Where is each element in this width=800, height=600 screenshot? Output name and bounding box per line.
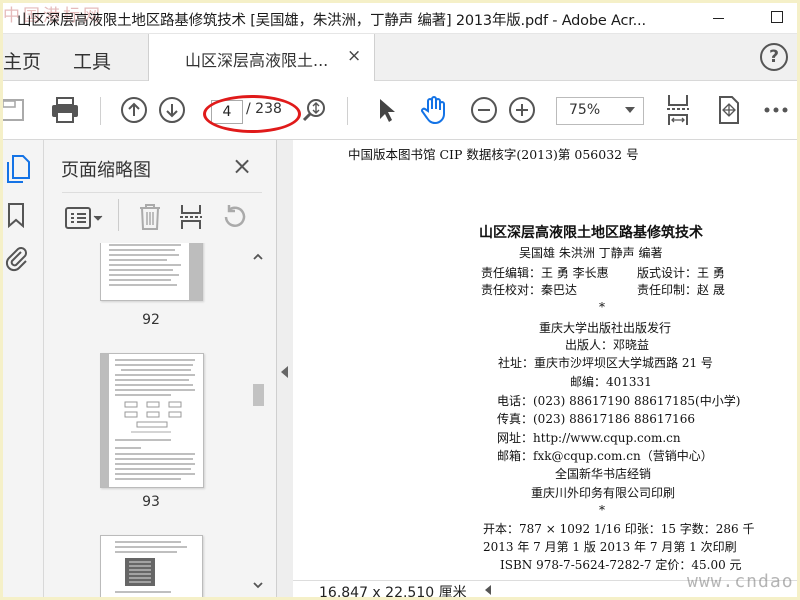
- rotate-icon[interactable]: [220, 203, 248, 235]
- phone-line: 电话：(023) 88617190 88617185(中小学): [497, 394, 741, 408]
- red-annotation-circle: [203, 95, 301, 133]
- panel-toolbar: [62, 192, 262, 243]
- maximize-button[interactable]: [767, 7, 789, 29]
- hand-tool-icon[interactable]: [416, 81, 452, 139]
- thumbnail-scrollbar[interactable]: [250, 248, 266, 594]
- next-page-icon[interactable]: [155, 81, 189, 139]
- printer-resp-line: 责任印制：赵 晟: [637, 283, 725, 297]
- toolbar-separator: [100, 97, 101, 125]
- home-menu[interactable]: 主页: [3, 47, 41, 74]
- document-view[interactable]: 中国版本图书馆 CIP 数据核字(2013)第 056032 号 山区深层高液限…: [293, 140, 797, 580]
- fit-width-icon[interactable]: [711, 81, 745, 139]
- thumbnail-list: 92 93: [44, 243, 270, 597]
- toolbar-separator: [347, 97, 348, 125]
- address-line: 社址：重庆市沙坪坝区大学城西路 21 号: [498, 356, 713, 370]
- zoom-level-dropdown[interactable]: 75%: [556, 97, 644, 125]
- format-line: 开本：787 × 1092 1/16 印张：15 字数：286 千: [483, 522, 755, 536]
- scrollbar-thumb[interactable]: [253, 384, 264, 406]
- designer-line: 版式设计：王 勇: [637, 266, 725, 280]
- page-thumbnails-panel: 页面缩略图 × 92 93: [44, 140, 277, 597]
- zoom-out-icon[interactable]: [468, 81, 500, 139]
- website-line: 网址：http://www.cqup.com.cn: [497, 431, 681, 445]
- window-title: 山区深层高液限土地区路基修筑技术 [吴国雄，朱洪洲，丁静声 编著] 2013年版…: [17, 13, 646, 29]
- zoom-tool-icon[interactable]: [299, 81, 329, 139]
- publisher-person-line: 出版人：邓晓益: [565, 338, 650, 352]
- trash-icon[interactable]: [138, 203, 162, 235]
- previous-page-icon[interactable]: [117, 81, 151, 139]
- zoom-in-icon[interactable]: [506, 81, 538, 139]
- select-arrow-icon[interactable]: [371, 81, 401, 139]
- print-icon[interactable]: [45, 81, 85, 139]
- thumbnail-page-number: 92: [142, 312, 160, 328]
- thumbnail-options-icon[interactable]: [64, 205, 104, 235]
- cip-line: 中国版本图书馆 CIP 数据核字(2013)第 056032 号: [348, 147, 639, 162]
- distributor-line: 全国新华书店经销: [555, 467, 652, 481]
- panel-title: 页面缩略图: [61, 160, 151, 181]
- zoom-level-value: 75%: [569, 102, 601, 118]
- document-tab-label: 山区深层高液限土...: [185, 51, 329, 70]
- title-bar: 中国港标网 山区深层高液限土地区路基修筑技术 [吴国雄，朱洪洲，丁静声 编著] …: [3, 3, 797, 34]
- attachment-icon[interactable]: [5, 244, 29, 278]
- thumbnail-page-94[interactable]: [100, 535, 203, 597]
- bookmark-icon[interactable]: [7, 202, 25, 232]
- separator-star: *: [599, 300, 605, 314]
- fax-line: 传真：(023) 88617186 88617166: [497, 412, 696, 426]
- publisher-line: 重庆大学出版社出版发行: [539, 321, 672, 335]
- minimize-button[interactable]: [707, 7, 729, 29]
- document-tab[interactable]: 山区深层高液限土... ×: [148, 34, 375, 81]
- chevron-down-icon: [625, 107, 635, 113]
- proofreader-line: 责任校对：秦巴达: [481, 283, 578, 297]
- chevron-left-icon: [281, 366, 288, 378]
- book-title: 山区深层高液限土地区路基修筑技术: [479, 225, 703, 241]
- thumbnail-page-number: 93: [142, 494, 160, 510]
- chevron-left-icon[interactable]: [485, 585, 491, 595]
- panel-collapse-handle[interactable]: [277, 140, 293, 597]
- help-icon[interactable]: ?: [760, 43, 788, 71]
- toolbar: 4 / 238 75%: [3, 81, 797, 140]
- page-thumbnails-icon[interactable]: [5, 154, 31, 188]
- tools-menu[interactable]: 工具: [73, 47, 111, 74]
- separator-star: *: [599, 503, 605, 517]
- acrobat-window: 中国港标网 山区深层高液限土地区路基修筑技术 [吴国雄，朱洪洲，丁静声 编著] …: [3, 3, 797, 597]
- thumbnail-page-92[interactable]: [100, 243, 203, 301]
- more-options-icon[interactable]: [761, 81, 791, 139]
- email-line: 邮箱：fxk@cqup.com.cn（营销中心）: [497, 449, 713, 463]
- postcode-line: 邮编：401331: [570, 375, 652, 389]
- page-dimensions: 16.847 x 22.510 厘米: [319, 585, 467, 597]
- authors-line: 吴国雄 朱洪洲 丁静声 编著: [519, 246, 663, 260]
- edition-line: 2013 年 7 月第 1 版 2013 年 7 月第 1 次印刷: [483, 540, 737, 554]
- fit-page-icon[interactable]: [661, 81, 695, 139]
- save-icon[interactable]: [3, 81, 29, 139]
- printing-company-line: 重庆川外印务有限公司印刷: [531, 486, 676, 500]
- panel-separator: [118, 199, 119, 231]
- chevron-up-icon[interactable]: [253, 252, 263, 262]
- editor-line: 责任编辑：王 勇 李长惠: [481, 266, 609, 280]
- navigation-rail: [3, 140, 44, 597]
- site-watermark: www.cndao.com: [687, 571, 797, 592]
- tab-close-icon[interactable]: ×: [347, 46, 361, 66]
- close-panel-icon[interactable]: ×: [232, 152, 252, 180]
- thumbnail-page-93[interactable]: [100, 353, 204, 488]
- extract-pages-icon[interactable]: [178, 203, 204, 235]
- chevron-down-icon[interactable]: [253, 580, 263, 590]
- menu-bar: 主页 工具 山区深层高液限土... × ?: [3, 34, 797, 81]
